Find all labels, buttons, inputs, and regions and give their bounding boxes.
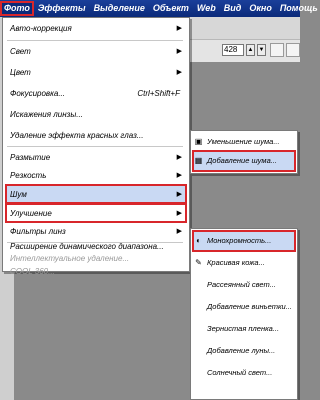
menu-item-label: Зернистая пленка... (207, 324, 280, 333)
menu-item-reduce-noise[interactable]: ▣ Уменьшение шума... (193, 133, 295, 151)
menu-item-label: Красивая кожа... (207, 258, 265, 267)
submenu-arrow-icon: ▶ (176, 154, 182, 161)
menu-item-label: Рассеянный свет... (207, 280, 276, 289)
menu-item-label: COOL 360... (10, 267, 55, 276)
menu-item-color[interactable]: Цвет ▶ (6, 64, 186, 81)
menu-item-label: Авто-коррекция (10, 24, 72, 33)
shortcut-label: Ctrl+Shift+F (137, 89, 180, 98)
menu-separator (7, 40, 183, 41)
enhance-submenu: ◐ Монохромность... ✎ Красивая кожа... Ра… (190, 228, 298, 400)
menu-item-label: Добавление виньетки... (207, 302, 292, 311)
menu-photo[interactable]: Фото (0, 1, 34, 16)
menu-item-auto-correction[interactable]: Авто-коррекция ▶ (6, 20, 186, 37)
menu-effects[interactable]: Эффекты (34, 1, 90, 16)
toolbar: 428 ▲ ▼ (190, 17, 300, 62)
menu-item-lens-distortion[interactable]: Искажения линзы... (6, 106, 186, 123)
annotation-box-noise (5, 184, 187, 204)
menu-help[interactable]: Помощь (276, 1, 320, 16)
toolbar-row (190, 17, 300, 40)
menu-object[interactable]: Объект (149, 1, 193, 16)
noise-submenu: ▣ Уменьшение шума... ▦ Добавление шума..… (190, 130, 298, 174)
menu-item-film-grain[interactable]: Зернистая пленка... (193, 320, 295, 338)
menu-item-light[interactable]: Свет ▶ (6, 43, 186, 60)
photo-menu: Авто-коррекция ▶ Свет ▶ Цвет ▶ Фокусиров… (2, 17, 190, 276)
grid-icon[interactable] (286, 43, 300, 57)
submenu-arrow-icon: ▶ (176, 25, 182, 32)
menu-item-add-moon[interactable]: Добавление луны... (193, 342, 295, 360)
menu-item-smart-removal: Интеллектуальное удаление... (6, 250, 186, 267)
menu-selection[interactable]: Выделение (90, 1, 149, 16)
menu-item-label: Интеллектуальное удаление... (10, 254, 130, 263)
annotation-box-monochrome (192, 230, 296, 252)
zoom-spin-button[interactable]: ▲ (246, 44, 255, 56)
menu-item-sharpen[interactable]: Резкость ▶ (6, 167, 186, 184)
menu-item-label: Цвет (10, 68, 31, 77)
menu-item-label: Свет (10, 47, 31, 56)
annotation-box-add-noise (192, 150, 296, 172)
menu-item-label: Добавление луны... (207, 346, 276, 355)
chart-icon[interactable] (270, 43, 284, 57)
menu-item-label: Резкость (10, 171, 47, 180)
menu-item-label: Солнечный свет... (207, 368, 273, 377)
menu-item-label: Фокусировка... (10, 89, 66, 98)
menu-item-label: Уменьшение шума... (207, 137, 280, 146)
menu-web[interactable]: Web (193, 1, 220, 16)
menu-window[interactable]: Окно (245, 1, 276, 16)
menu-view[interactable]: Вид (220, 1, 246, 16)
menu-item-sunlight[interactable]: Солнечный свет... (193, 364, 295, 382)
menu-bar: Фото Эффекты Выделение Объект Web Вид Ок… (0, 0, 318, 17)
menu-item-label: Искажения линзы... (10, 110, 83, 119)
submenu-arrow-icon: ▶ (176, 69, 182, 76)
zoom-dropdown-button[interactable]: ▼ (257, 44, 266, 56)
menu-item-label: Удаление эффекта красных глаз... (10, 131, 144, 140)
menu-item-cool360: COOL 360... (6, 266, 186, 278)
menu-item-beautiful-skin[interactable]: ✎ Красивая кожа... (193, 254, 295, 272)
skin-icon: ✎ (195, 258, 202, 267)
noise-reduce-icon: ▣ (194, 137, 203, 146)
submenu-arrow-icon: ▶ (176, 172, 182, 179)
menu-item-red-eye[interactable]: Удаление эффекта красных глаз... (6, 127, 186, 144)
menu-item-focus[interactable]: Фокусировка... Ctrl+Shift+F (6, 85, 186, 102)
submenu-arrow-icon: ▶ (176, 48, 182, 55)
menu-separator (7, 146, 183, 147)
menu-item-diffuse-light[interactable]: Рассеянный свет... (193, 276, 295, 294)
menu-item-label: Размытие (10, 153, 51, 162)
menu-item-add-vignette[interactable]: Добавление виньетки... (193, 298, 295, 316)
annotation-box-enhance (5, 203, 187, 223)
menu-item-blur[interactable]: Размытие ▶ (6, 149, 186, 166)
zoom-input[interactable]: 428 (222, 44, 244, 56)
